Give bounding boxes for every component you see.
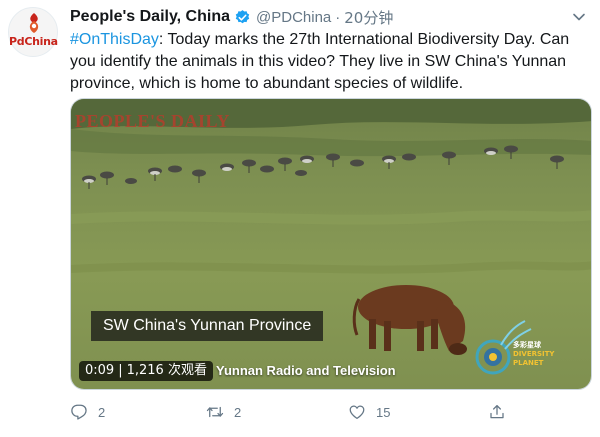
like-button[interactable]: 15 <box>348 400 390 424</box>
video-views: 1,216 次观看 <box>126 363 207 378</box>
video-credit: Yunnan Radio and Television <box>216 363 396 378</box>
video-watermark: PEOPLE'S DAILY <box>75 111 230 131</box>
avatar[interactable]: PdChina <box>8 7 58 57</box>
logo-caption: 多彩星球 DIVERSITY PLANET <box>513 341 571 368</box>
video-caption: SW China's Yunnan Province <box>91 311 324 341</box>
chevron-down-icon[interactable] <box>572 10 586 24</box>
tweet-header: People's Daily, China @PDChina · 20分钟 <box>70 6 393 28</box>
retweet-count: 2 <box>234 404 242 420</box>
video-player[interactable]: PEOPLE'S DAILY SW China's Yunnan Provinc… <box>70 98 592 390</box>
pdchina-logo-icon <box>29 13 39 33</box>
timestamp[interactable]: 20分钟 <box>344 7 393 28</box>
hashtag-link[interactable]: #OnThisDay <box>70 31 159 48</box>
share-icon <box>490 404 504 419</box>
tweet-text: #OnThisDay: Today marks the 27th Interna… <box>70 29 595 95</box>
retweet-button[interactable]: 2 <box>206 400 241 424</box>
reply-count: 2 <box>98 404 106 420</box>
tweet-actions: 2 2 15 <box>70 400 590 424</box>
avatar-label: PdChina <box>9 35 58 48</box>
badge-separator: | <box>118 363 123 378</box>
retweet-icon <box>206 406 224 418</box>
display-name[interactable]: People's Daily, China <box>70 8 230 26</box>
like-icon <box>349 405 365 420</box>
handle[interactable]: @PDChina <box>256 9 331 26</box>
video-time-badge: 0:09 | 1,216 次观看 <box>79 361 213 381</box>
diversity-planet-logo: 多彩星球 DIVERSITY PLANET <box>471 317 571 381</box>
like-count: 15 <box>376 404 391 420</box>
share-button[interactable] <box>488 400 516 424</box>
logo-text-cn: 多彩星球 <box>513 341 541 349</box>
verified-badge-icon <box>235 9 250 23</box>
logo-text-en: DIVERSITY PLANET <box>513 350 555 367</box>
reply-icon <box>71 404 87 420</box>
reply-button[interactable]: 2 <box>70 400 105 424</box>
tweet[interactable]: PdChina People's Daily, China @PDChina ·… <box>0 0 600 437</box>
video-duration: 0:09 <box>85 363 115 378</box>
separator: · <box>335 8 341 26</box>
